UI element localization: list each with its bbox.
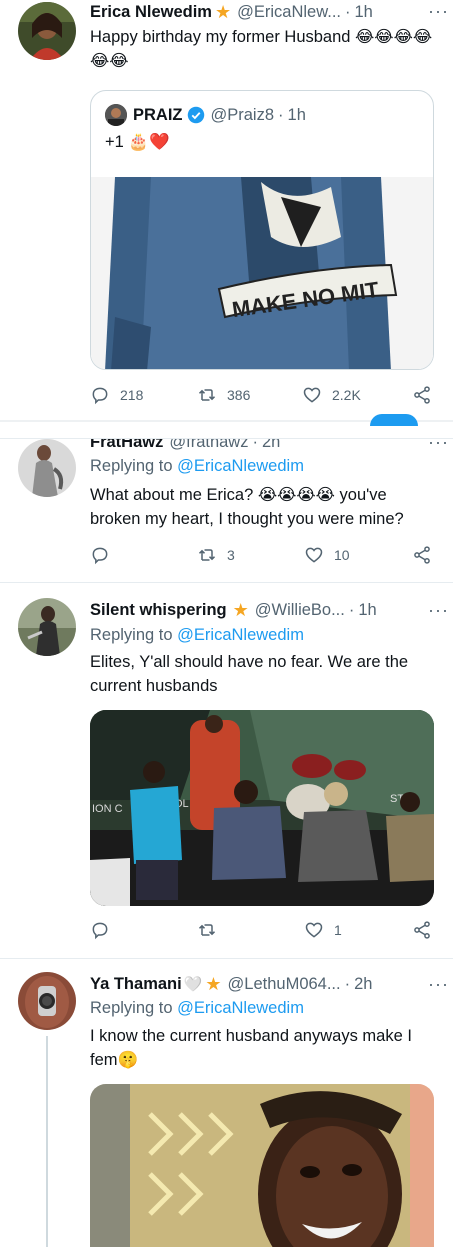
retweet-icon <box>198 924 216 936</box>
timestamp[interactable]: 1h <box>354 3 372 22</box>
separator-dot: · <box>278 105 284 124</box>
like-count: 2.2K <box>332 387 361 403</box>
display-name[interactable]: Silent whispering <box>90 601 227 620</box>
separator-dot: · <box>344 2 351 21</box>
tweet-silent-whispering[interactable]: Silent whispering ★ @WillieBo... · 1h ··… <box>0 596 453 956</box>
tweet-ya-thamani[interactable]: Ya Thamani 🤍 ★ @LethuM064... · 2h ··· Re… <box>0 970 453 1247</box>
star-icon: ★ <box>205 973 222 994</box>
reply-mention-link[interactable]: @EricaNlewedim <box>177 999 304 1017</box>
like-button[interactable]: 10 <box>304 545 350 565</box>
heart-icon <box>305 547 323 563</box>
quoted-handle: @Praiz8 <box>210 105 275 124</box>
like-button[interactable]: 2.2K <box>302 385 361 405</box>
tweet-actions: 1 <box>90 918 440 942</box>
separator-dot: · <box>344 974 351 993</box>
timestamp[interactable]: 2h <box>354 975 372 994</box>
retweet-icon <box>198 549 216 561</box>
divider <box>0 582 453 583</box>
like-count: 10 <box>334 547 350 563</box>
tweet-text: Happy birthday my former Husband 😂😂😂😂😂😂 <box>90 28 433 70</box>
more-options-icon[interactable]: ··· <box>428 975 449 993</box>
reply-count: 218 <box>120 387 144 403</box>
heart-icon <box>303 387 321 403</box>
retweet-button[interactable]: 386 <box>197 385 250 405</box>
like-button[interactable]: 1 <box>304 920 342 940</box>
handle[interactable]: @LethuM064... <box>228 975 341 994</box>
tweet-photo[interactable] <box>90 1084 434 1247</box>
tweet-frathawz[interactable]: FratHawz @frathawz · 2h ··· Replying to … <box>0 439 453 579</box>
reply-icon <box>92 547 108 565</box>
more-options-icon[interactable]: ··· <box>428 2 449 20</box>
star-icon: ★ <box>232 599 249 620</box>
star-icon: ★ <box>214 1 232 22</box>
reply-icon <box>92 387 108 405</box>
timestamp[interactable]: 2h <box>262 439 280 452</box>
display-name[interactable]: Erica Nlewedim <box>90 3 212 22</box>
handle[interactable]: @WillieBo... <box>255 601 345 620</box>
replying-to: Replying to @EricaNlewedim <box>90 999 304 1018</box>
reply-button[interactable] <box>90 545 110 565</box>
share-button[interactable] <box>412 545 432 565</box>
handle[interactable]: @frathawz <box>169 439 248 452</box>
quoted-tweet[interactable]: PRAIZ @Praiz8 · 1h +1 🎂❤️ MAKE NO MIT <box>90 90 434 370</box>
reply-mention-link[interactable]: @EricaNlewedim <box>177 626 304 644</box>
quoted-photo[interactable]: MAKE NO MIT <box>91 177 433 369</box>
quoted-text: +1 🎂❤️ <box>105 133 170 151</box>
scroll-indicator <box>370 414 418 426</box>
heart-icon <box>305 922 323 938</box>
replying-to: Replying to @EricaNlewedim <box>90 457 304 476</box>
thread-line <box>46 1036 48 1247</box>
verified-badge-icon <box>187 106 204 124</box>
retweet-button[interactable] <box>197 920 217 940</box>
stage-sign-left: ION C <box>92 803 123 815</box>
display-name[interactable]: Ya Thamani <box>90 975 182 994</box>
display-name[interactable]: FratHawz <box>90 439 163 452</box>
share-button[interactable] <box>412 385 432 405</box>
retweet-button[interactable]: 3 <box>197 545 235 565</box>
quoted-timestamp: 1h <box>287 105 306 124</box>
retweet-count: 3 <box>227 547 235 563</box>
tweet-actions: 3 10 <box>90 543 440 567</box>
tweet-text: What about me Erica? 😭😭😭😭 you've broken … <box>90 486 404 528</box>
retweet-icon <box>198 389 216 401</box>
divider <box>0 958 453 959</box>
tweet-photo[interactable]: ION C OL STR <box>90 710 434 906</box>
share-button[interactable] <box>412 920 432 940</box>
avatar[interactable] <box>18 2 76 60</box>
like-count: 1 <box>334 922 342 938</box>
tweet-erica[interactable]: Erica Nlewedim ★ @EricaNlew... · 1h ··· … <box>0 0 453 420</box>
share-icon <box>414 921 430 939</box>
replying-label: Replying to <box>90 457 173 475</box>
quoted-display-name: PRAIZ <box>133 105 183 124</box>
more-options-icon[interactable]: ··· <box>428 439 449 451</box>
white-heart-icon: 🤍 <box>183 976 203 993</box>
tweet-text: I know the current husband anyways make … <box>90 1027 412 1069</box>
handle[interactable]: @EricaNlew... <box>237 3 341 22</box>
separator-dot: · <box>348 600 355 619</box>
separator-dot: · <box>252 439 258 451</box>
avatar[interactable] <box>18 972 76 1030</box>
share-icon <box>414 546 430 564</box>
reply-button[interactable]: 218 <box>90 385 143 405</box>
quoted-avatar <box>105 104 127 126</box>
reply-icon <box>92 922 108 940</box>
avatar[interactable] <box>18 439 76 497</box>
replying-to: Replying to @EricaNlewedim <box>90 626 304 645</box>
tweet-text: Elites, Y'all should have no fear. We ar… <box>90 653 409 695</box>
timestamp[interactable]: 1h <box>358 601 376 620</box>
reply-mention-link[interactable]: @EricaNlewedim <box>177 457 304 475</box>
share-icon <box>414 386 430 404</box>
replying-label: Replying to <box>90 626 173 644</box>
replying-label: Replying to <box>90 999 173 1017</box>
tweet-actions: 218 386 2.2K <box>90 383 440 407</box>
more-options-icon[interactable]: ··· <box>428 601 449 619</box>
retweet-count: 386 <box>227 387 251 403</box>
avatar[interactable] <box>18 598 76 656</box>
reply-button[interactable] <box>90 920 110 940</box>
